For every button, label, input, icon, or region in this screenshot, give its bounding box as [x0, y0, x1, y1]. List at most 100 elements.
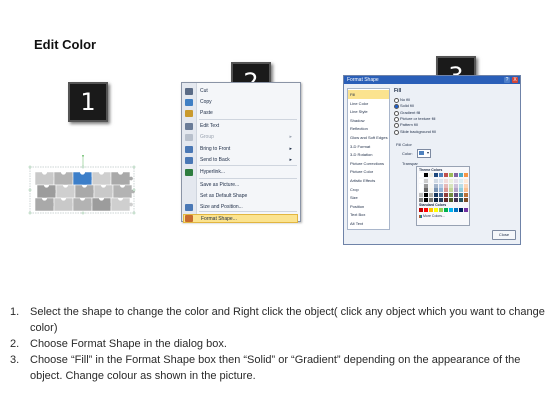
fill-option-radio[interactable]: Slide background fill [394, 129, 436, 135]
color-swatch[interactable] [429, 188, 433, 193]
color-swatch[interactable] [424, 178, 428, 183]
color-swatch[interactable] [419, 178, 423, 183]
color-swatch[interactable] [429, 198, 433, 202]
color-swatch[interactable] [424, 193, 428, 198]
standard-color-swatch[interactable] [464, 208, 468, 212]
color-swatch[interactable] [454, 178, 458, 183]
resize-handle[interactable] [28, 188, 32, 192]
fill-option-radio[interactable]: Solid fill [394, 103, 414, 110]
color-swatch[interactable] [419, 183, 423, 188]
color-swatch[interactable] [434, 193, 438, 198]
puzzle-piece[interactable] [110, 197, 134, 212]
color-swatch[interactable] [459, 178, 463, 183]
color-swatch[interactable] [439, 193, 443, 198]
color-swatch[interactable] [459, 188, 463, 193]
color-swatch[interactable] [464, 183, 468, 188]
menu-item[interactable]: Copy [200, 98, 296, 107]
color-swatch[interactable] [439, 178, 443, 183]
menu-item[interactable]: Format Shape... [183, 214, 298, 223]
help-button[interactable]: ? [504, 77, 510, 83]
color-swatch[interactable] [449, 173, 453, 177]
menu-item[interactable]: Cut [200, 87, 296, 96]
standard-color-swatch[interactable] [459, 208, 463, 212]
standard-color-swatch[interactable] [429, 208, 433, 212]
standard-color-swatch[interactable] [419, 208, 423, 212]
color-swatch[interactable] [464, 198, 468, 202]
color-swatch[interactable] [439, 198, 443, 202]
resize-handle[interactable] [81, 165, 85, 169]
color-swatch[interactable] [434, 188, 438, 193]
color-swatch[interactable] [419, 193, 423, 198]
menu-item[interactable]: Send to Back ▸ [200, 156, 296, 165]
color-swatch[interactable] [434, 178, 438, 183]
color-swatch[interactable] [449, 178, 453, 183]
resize-handle[interactable] [28, 165, 32, 169]
color-swatch[interactable] [429, 173, 433, 177]
menu-item[interactable]: Group ▸ [200, 133, 296, 142]
menu-item[interactable]: Hyperlink... [200, 168, 296, 177]
color-swatch[interactable] [444, 193, 448, 198]
puzzle-piece[interactable] [112, 184, 136, 199]
resize-handle[interactable] [132, 188, 136, 192]
color-swatch[interactable] [464, 178, 468, 183]
color-swatch[interactable] [429, 178, 433, 183]
color-swatch[interactable] [459, 198, 463, 202]
color-swatch[interactable] [424, 173, 428, 177]
color-swatch[interactable] [419, 198, 423, 202]
color-swatch[interactable] [449, 193, 453, 198]
fill-option-radio[interactable]: No fill [394, 97, 410, 103]
standard-color-swatch[interactable] [444, 208, 448, 212]
resize-handle[interactable] [132, 211, 136, 215]
color-swatch[interactable] [419, 173, 423, 177]
color-swatch[interactable] [454, 193, 458, 198]
color-swatch[interactable] [449, 188, 453, 193]
color-swatch[interactable] [454, 188, 458, 193]
color-swatch[interactable] [454, 198, 458, 202]
color-swatch[interactable] [464, 188, 468, 193]
color-swatch[interactable] [449, 183, 453, 188]
color-swatch[interactable] [454, 173, 458, 177]
color-swatch[interactable] [424, 198, 428, 202]
color-swatch[interactable] [454, 183, 458, 188]
puzzle-piece[interactable] [110, 171, 134, 186]
color-swatch[interactable] [444, 178, 448, 183]
color-swatch[interactable] [439, 173, 443, 177]
color-swatch[interactable] [429, 193, 433, 198]
dialog-close-icon[interactable]: X [512, 77, 518, 83]
standard-color-swatch[interactable] [434, 208, 438, 212]
resize-handle[interactable] [28, 211, 32, 215]
category-item[interactable]: Alt Text [350, 219, 388, 228]
color-swatch[interactable] [424, 188, 428, 193]
menu-item[interactable]: Bring to Front ▸ [200, 145, 296, 154]
color-swatch[interactable] [434, 198, 438, 202]
resize-handle[interactable] [132, 165, 136, 169]
color-swatch[interactable] [424, 183, 428, 188]
menu-item[interactable]: Save as Picture... [200, 181, 296, 190]
more-colors-link[interactable]: More Colors... [419, 214, 445, 218]
fill-option-radio[interactable]: Picture or texture fill [394, 116, 435, 122]
menu-item[interactable]: Edit Text [200, 122, 296, 131]
resize-handle[interactable] [81, 211, 85, 215]
standard-color-swatch[interactable] [424, 208, 428, 212]
menu-item[interactable]: Set as Default Shape [200, 192, 296, 201]
standard-color-swatch[interactable] [439, 208, 443, 212]
color-swatch[interactable] [419, 188, 423, 193]
color-swatch[interactable] [434, 173, 438, 177]
color-swatch[interactable] [439, 188, 443, 193]
color-swatch[interactable] [449, 198, 453, 202]
color-swatch[interactable] [429, 183, 433, 188]
color-picker-button[interactable]: ▾ [417, 149, 431, 158]
color-swatch[interactable] [464, 173, 468, 177]
menu-item[interactable]: Paste [200, 109, 296, 118]
color-swatch[interactable] [439, 183, 443, 188]
color-swatch[interactable] [464, 193, 468, 198]
standard-color-swatch[interactable] [449, 208, 453, 212]
puzzle-graphic[interactable] [28, 155, 138, 215]
fill-option-radio[interactable]: Gradient fill [394, 110, 420, 116]
color-swatch[interactable] [444, 183, 448, 188]
color-swatch[interactable] [459, 183, 463, 188]
color-swatch[interactable] [459, 173, 463, 177]
standard-color-swatch[interactable] [454, 208, 458, 212]
color-swatch[interactable] [444, 198, 448, 202]
color-swatch[interactable] [444, 188, 448, 193]
